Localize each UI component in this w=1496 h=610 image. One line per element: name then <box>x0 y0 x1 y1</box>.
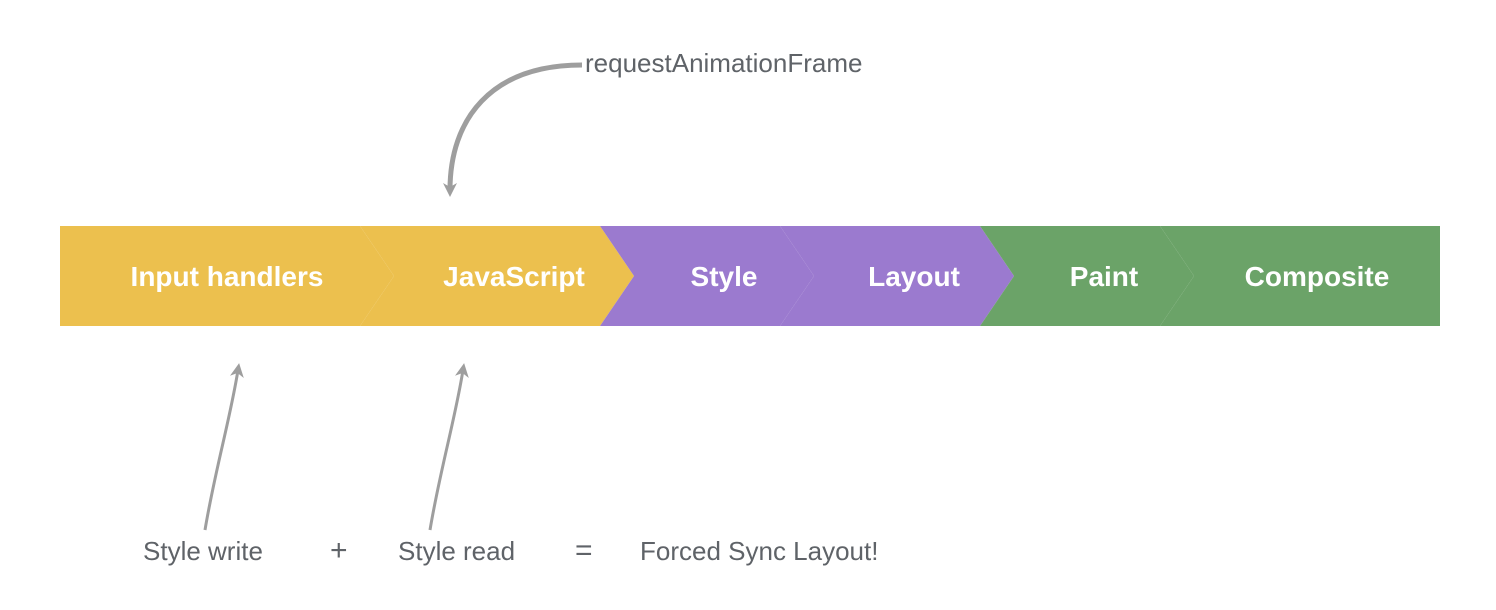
stage-input-label: Input handlers <box>131 261 324 292</box>
stage-layout-label: Layout <box>868 261 960 292</box>
equation-left: Style write <box>143 536 263 566</box>
raf-arrow <box>450 65 582 190</box>
equation-result: Forced Sync Layout! <box>640 536 878 566</box>
raf-label: requestAnimationFrame <box>585 48 862 78</box>
stage-style-label: Style <box>691 261 758 292</box>
stage-paint-label: Paint <box>1070 261 1138 292</box>
pipeline-diagram: requestAnimationFrame Input handlers Java… <box>0 0 1496 605</box>
style-write-arrow <box>205 370 238 530</box>
equation-equals: = <box>575 534 593 567</box>
equation-right: Style read <box>398 536 515 566</box>
equation-plus: + <box>330 534 348 567</box>
stage-javascript-label: JavaScript <box>443 261 585 292</box>
style-read-arrow <box>430 370 463 530</box>
stage-composite-label: Composite <box>1245 261 1390 292</box>
pipeline-stages: Input handlers JavaScript Style Layout Paint… <box>60 226 1440 326</box>
